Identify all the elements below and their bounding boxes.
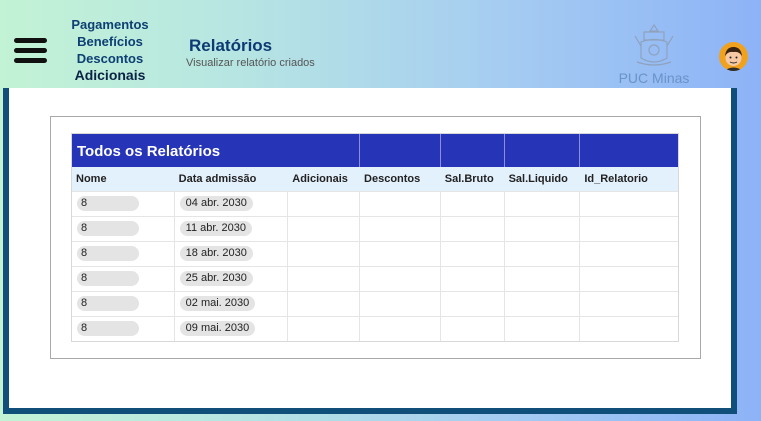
cell-nome: 8 bbox=[72, 242, 175, 266]
cell-sal-liquido bbox=[505, 192, 581, 216]
cell-descontos bbox=[360, 267, 441, 291]
cell-sal-liquido bbox=[505, 292, 581, 316]
data-admissao-value: 04 abr. 2030 bbox=[179, 196, 253, 211]
nav-item-descontos[interactable]: Descontos bbox=[55, 50, 165, 67]
table-row[interactable]: 8 11 abr. 2030 bbox=[72, 216, 678, 241]
cell-id-relatorio bbox=[580, 217, 678, 241]
cell-nome: 8 bbox=[72, 217, 175, 241]
reports-card: Todos os Relatórios Nome Data admissão A… bbox=[50, 116, 701, 359]
cell-adicionais bbox=[288, 292, 361, 316]
puc-crest-icon bbox=[634, 23, 674, 66]
nome-value: 8 bbox=[77, 271, 139, 286]
data-admissao-value: 25 abr. 2030 bbox=[179, 271, 253, 286]
col-header-adicionais[interactable]: Adicionais bbox=[288, 167, 360, 191]
table-row[interactable]: 8 04 abr. 2030 bbox=[72, 191, 678, 216]
cell-data-admissao: 09 mai. 2030 bbox=[175, 317, 289, 341]
table-row[interactable]: 8 02 mai. 2030 bbox=[72, 291, 678, 316]
col-header-descontos[interactable]: Descontos bbox=[360, 167, 441, 191]
col-header-data-admissao[interactable]: Data admissão bbox=[175, 167, 289, 191]
cell-data-admissao: 02 mai. 2030 bbox=[175, 292, 289, 316]
cell-descontos bbox=[360, 317, 441, 341]
col-header-id-relatorio[interactable]: Id_Relatorio bbox=[580, 167, 678, 191]
content-panel: Todos os Relatórios Nome Data admissão A… bbox=[3, 88, 737, 414]
table-title: Todos os Relatórios bbox=[72, 134, 361, 167]
nome-value: 8 bbox=[77, 321, 139, 336]
cell-descontos bbox=[360, 217, 441, 241]
nav-item-adicionais[interactable]: Adicionais bbox=[55, 67, 165, 84]
menu-icon[interactable] bbox=[14, 38, 47, 64]
table-title-row: Todos os Relatórios bbox=[72, 134, 678, 167]
data-admissao-value: 09 mai. 2030 bbox=[179, 321, 256, 336]
main-nav: Pagamentos Benefícios Descontos Adiciona… bbox=[55, 16, 165, 84]
cell-data-admissao: 18 abr. 2030 bbox=[175, 242, 289, 266]
cell-nome: 8 bbox=[72, 267, 175, 291]
puc-logo: PUC Minas bbox=[618, 22, 690, 86]
cell-data-admissao: 04 abr. 2030 bbox=[175, 192, 289, 216]
cell-nome: 8 bbox=[72, 317, 175, 341]
cell-nome: 8 bbox=[72, 192, 175, 216]
cell-data-admissao: 11 abr. 2030 bbox=[175, 217, 289, 241]
nome-value: 8 bbox=[77, 296, 139, 311]
cell-sal-bruto bbox=[441, 217, 505, 241]
cell-id-relatorio bbox=[580, 192, 678, 216]
data-admissao-value: 02 mai. 2030 bbox=[179, 296, 256, 311]
nav-item-pagamentos[interactable]: Pagamentos bbox=[55, 16, 165, 33]
cell-sal-bruto bbox=[441, 192, 505, 216]
data-admissao-value: 18 abr. 2030 bbox=[179, 246, 253, 261]
cell-data-admissao: 25 abr. 2030 bbox=[175, 267, 289, 291]
top-bar: Pagamentos Benefícios Descontos Adiciona… bbox=[0, 0, 761, 88]
data-admissao-value: 11 abr. 2030 bbox=[179, 221, 253, 236]
nome-value: 8 bbox=[77, 246, 139, 261]
cell-descontos bbox=[360, 242, 441, 266]
logo-text: PUC Minas bbox=[618, 70, 690, 86]
cell-id-relatorio bbox=[580, 292, 678, 316]
cell-id-relatorio bbox=[580, 242, 678, 266]
cell-id-relatorio bbox=[580, 317, 678, 341]
page-subtitle: Visualizar relatório criados bbox=[186, 57, 315, 69]
reports-table: Todos os Relatórios Nome Data admissão A… bbox=[71, 133, 679, 342]
cell-adicionais bbox=[288, 192, 361, 216]
table-row[interactable]: 8 09 mai. 2030 bbox=[72, 316, 678, 341]
cell-sal-bruto bbox=[441, 267, 505, 291]
table-header-row: Nome Data admissão Adicionais Descontos … bbox=[72, 167, 678, 191]
cell-sal-bruto bbox=[441, 292, 505, 316]
cell-descontos bbox=[360, 292, 441, 316]
nav-item-beneficios[interactable]: Benefícios bbox=[55, 33, 165, 50]
cell-adicionais bbox=[288, 267, 361, 291]
cell-adicionais bbox=[288, 217, 361, 241]
cell-id-relatorio bbox=[580, 267, 678, 291]
user-avatar-icon[interactable] bbox=[719, 42, 748, 71]
col-header-nome[interactable]: Nome bbox=[72, 167, 175, 191]
cell-sal-bruto bbox=[441, 317, 505, 341]
table-row[interactable]: 8 18 abr. 2030 bbox=[72, 241, 678, 266]
cell-sal-bruto bbox=[441, 242, 505, 266]
nome-value: 8 bbox=[77, 196, 139, 211]
page-title: Relatórios bbox=[189, 36, 273, 55]
cell-sal-liquido bbox=[505, 217, 581, 241]
cell-descontos bbox=[360, 192, 441, 216]
nome-value: 8 bbox=[77, 221, 139, 236]
cell-sal-liquido bbox=[505, 267, 581, 291]
cell-adicionais bbox=[288, 242, 361, 266]
cell-sal-liquido bbox=[505, 242, 581, 266]
cell-nome: 8 bbox=[72, 292, 175, 316]
col-header-sal-bruto[interactable]: Sal.Bruto bbox=[441, 167, 505, 191]
cell-adicionais bbox=[288, 317, 361, 341]
col-header-sal-liquido[interactable]: Sal.Liquido bbox=[505, 167, 581, 191]
cell-sal-liquido bbox=[505, 317, 581, 341]
table-row[interactable]: 8 25 abr. 2030 bbox=[72, 266, 678, 291]
